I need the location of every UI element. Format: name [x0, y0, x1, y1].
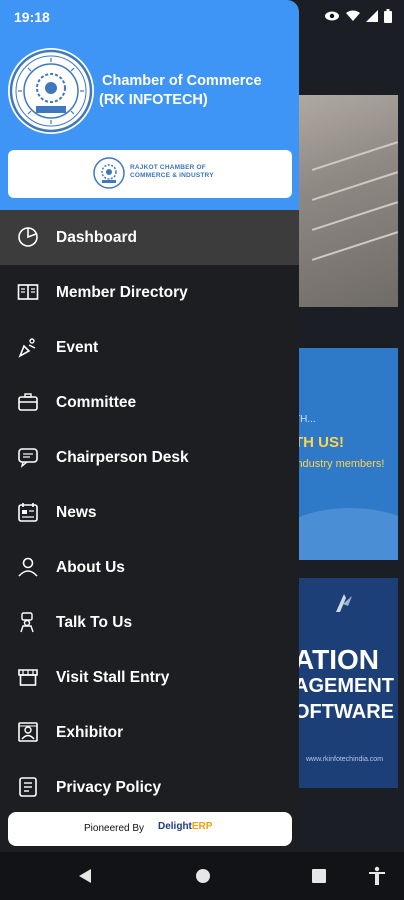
rk-logo-icon [336, 594, 352, 612]
drawer-menu: Dashboard Member Directory Event Committ… [0, 210, 299, 815]
chat-icon [18, 448, 38, 468]
chamber-seal-logo [8, 48, 94, 134]
brand-delight: Delight [158, 821, 192, 832]
menu-item-talk-to-us[interactable]: Talk To Us [0, 595, 299, 650]
book-icon [17, 284, 39, 300]
home-icon[interactable] [195, 868, 211, 884]
exhibitor-icon [18, 722, 38, 742]
visibility-icon [325, 11, 339, 21]
background-image-card[interactable] [290, 95, 398, 307]
chamber-banner-line2: COMMERCE & INDUSTRY [130, 172, 214, 179]
chamber-title-line1: Chamber of Commerce [102, 73, 262, 89]
stall-icon [18, 669, 38, 686]
menu-label-privacy-policy: Privacy Policy [56, 778, 162, 796]
promo-headline: TH US! [294, 434, 344, 451]
menu-label-dashboard: Dashboard [56, 228, 137, 246]
menu-item-event[interactable]: Event [0, 320, 299, 375]
chamber-banner-text: RAJKOT CHAMBER OF COMMERCE & INDUSTRY [130, 164, 214, 180]
menu-label-visit-stall-entry: Visit Stall Entry [56, 668, 170, 686]
user-icon [18, 557, 38, 577]
back-icon[interactable] [78, 868, 92, 884]
chamber-banner-logo-icon [93, 157, 125, 189]
status-time: 19:18 [14, 9, 50, 25]
menu-label-exhibitor: Exhibitor [56, 723, 124, 741]
menu-label-chairperson-desk: Chairperson Desk [56, 448, 189, 466]
event-icon [18, 338, 36, 358]
delight-erp-logo: DelightERP [158, 821, 212, 832]
chamber-banner-line1: RAJKOT CHAMBER OF [130, 164, 206, 171]
software-text-2: AGEMENT [294, 675, 394, 697]
accessibility-icon[interactable] [368, 866, 386, 886]
menu-label-news: News [56, 503, 97, 521]
promo-subtext: industry members! [294, 458, 385, 470]
news-icon [18, 503, 38, 522]
battery-icon [384, 9, 392, 23]
background-promo-card[interactable]: TH... TH US! industry members! [290, 348, 398, 560]
menu-item-news[interactable]: News [0, 485, 299, 540]
menu-label-member-directory: Member Directory [56, 283, 188, 301]
background-software-card[interactable]: ATION AGEMENT OFTWARE www.rkinfotechindi… [290, 578, 398, 788]
menu-label-committee: Committee [56, 393, 137, 411]
brand-erp: ERP [191, 821, 213, 832]
chamber-title: Chamber of Commerce (RK INFOTECH) [99, 72, 292, 110]
menu-label-about-us: About Us [56, 558, 125, 576]
pioneered-by-footer[interactable] [8, 812, 292, 846]
document-icon [19, 777, 37, 797]
briefcase-icon [18, 393, 38, 411]
menu-label-event: Event [56, 338, 99, 356]
menu-item-member-directory[interactable]: Member Directory [0, 265, 299, 320]
menu-label-talk-to-us: Talk To Us [56, 613, 133, 631]
talk-icon [20, 612, 34, 633]
navigation-drawer: 19:18 Chamber of Commerce (RK INFOTECH) [0, 0, 299, 852]
wifi-icon [346, 10, 360, 21]
menu-item-privacy-policy[interactable]: Privacy Policy [0, 760, 299, 815]
system-navigation-bar [0, 852, 404, 900]
pioneered-by-text: Pioneered By [84, 823, 145, 834]
chamber-title-line2: (RK INFOTECH) [99, 92, 208, 108]
menu-item-committee[interactable]: Committee [0, 375, 299, 430]
menu-item-exhibitor[interactable]: Exhibitor [0, 705, 299, 760]
status-icons [324, 8, 392, 24]
software-footer: www.rkinfotechindia.com [306, 756, 384, 763]
menu-item-about-us[interactable]: About Us [0, 540, 299, 595]
software-text-1: ATION [294, 644, 380, 675]
software-text-3: OFTWARE [294, 701, 394, 723]
signal-icon [366, 10, 378, 22]
dashboard-icon [18, 227, 38, 247]
recents-icon[interactable] [312, 869, 326, 883]
menu-item-dashboard[interactable]: Dashboard [0, 210, 299, 265]
menu-item-visit-stall-entry[interactable]: Visit Stall Entry [0, 650, 299, 705]
menu-item-chairperson-desk[interactable]: Chairperson Desk [0, 430, 299, 485]
